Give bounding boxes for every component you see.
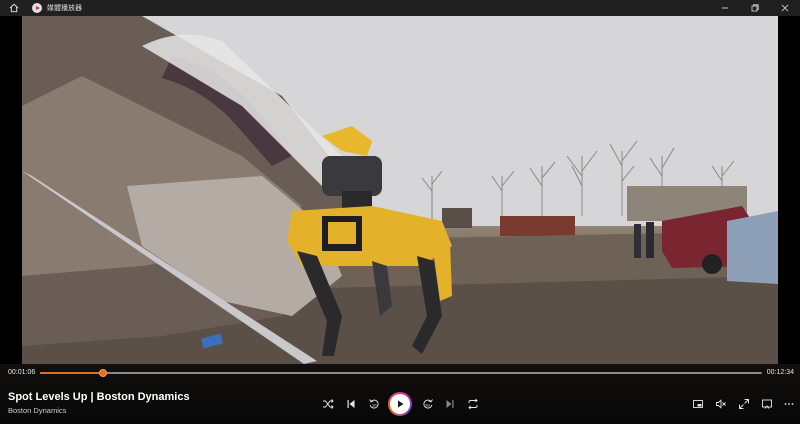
play-icon bbox=[398, 400, 404, 408]
title-bar: 媒體播放器 bbox=[0, 0, 800, 16]
minimize-icon bbox=[722, 7, 728, 9]
cast-icon bbox=[762, 399, 772, 409]
video-area[interactable] bbox=[0, 16, 800, 364]
cast-button[interactable] bbox=[759, 396, 775, 412]
total-time: 00:12:34 bbox=[766, 369, 794, 376]
volume-mute-icon bbox=[716, 399, 726, 409]
play-button[interactable] bbox=[388, 392, 412, 416]
next-icon bbox=[446, 400, 454, 408]
more-options-button[interactable] bbox=[782, 396, 796, 412]
seek-bar[interactable] bbox=[40, 369, 762, 377]
media-player-logo-icon bbox=[32, 3, 42, 13]
forward-30-button[interactable]: 30 bbox=[420, 396, 436, 412]
rewind-10-button[interactable]: 10 bbox=[366, 396, 382, 412]
seek-thumb[interactable] bbox=[99, 369, 108, 377]
video-scene bbox=[22, 16, 778, 364]
shuffle-button[interactable] bbox=[320, 396, 336, 412]
close-button[interactable] bbox=[770, 0, 800, 16]
media-title: Spot Levels Up | Boston Dynamics bbox=[8, 391, 190, 403]
repeat-button[interactable] bbox=[465, 396, 481, 412]
app-title: 媒體播放器 bbox=[47, 5, 82, 12]
fullscreen-button[interactable] bbox=[736, 396, 752, 412]
previous-icon bbox=[347, 400, 355, 408]
seek-progress bbox=[40, 372, 104, 374]
miniplayer-icon bbox=[693, 400, 703, 408]
fullscreen-icon bbox=[739, 399, 749, 409]
home-button[interactable] bbox=[0, 0, 28, 16]
minimize-button[interactable] bbox=[710, 0, 740, 16]
media-artist: Boston Dynamics bbox=[8, 406, 67, 415]
window-controls bbox=[710, 0, 800, 16]
previous-button[interactable] bbox=[343, 396, 359, 412]
close-icon bbox=[781, 4, 789, 12]
restore-button[interactable] bbox=[740, 0, 770, 16]
svg-text:10: 10 bbox=[372, 403, 377, 408]
play-button-face bbox=[390, 394, 410, 414]
rewind-10-icon: 10 bbox=[369, 399, 379, 409]
volume-button[interactable] bbox=[713, 396, 729, 412]
forward-30-icon: 30 bbox=[423, 399, 433, 409]
miniplayer-button[interactable] bbox=[690, 396, 706, 412]
next-button[interactable] bbox=[442, 396, 458, 412]
current-time: 00:01:06 bbox=[8, 369, 36, 376]
more-options-icon bbox=[784, 403, 794, 405]
repeat-icon bbox=[468, 398, 478, 410]
controls-bar: 00:01:06 00:12:34 Spot Levels Up | Bosto… bbox=[0, 364, 800, 424]
restore-icon bbox=[751, 4, 759, 12]
shuffle-icon bbox=[323, 399, 334, 409]
svg-text:30: 30 bbox=[425, 403, 430, 408]
home-icon bbox=[9, 3, 19, 13]
video-frame[interactable] bbox=[22, 16, 778, 364]
